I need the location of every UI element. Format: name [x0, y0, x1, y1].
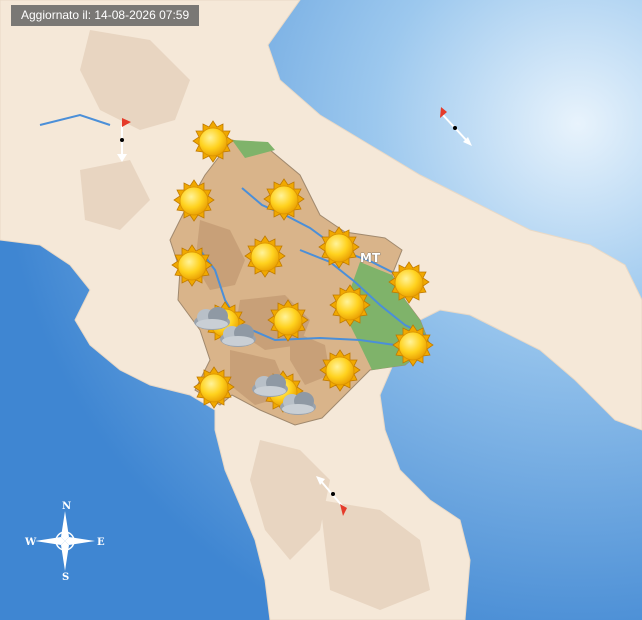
province-label-mt: MT: [360, 251, 381, 265]
weather-map: MT N S E W: [0, 0, 642, 620]
compass-north: N: [62, 501, 71, 512]
update-timestamp: Aggiornato il: 14-08-2026 07:59: [11, 5, 200, 26]
compass-east: E: [97, 537, 105, 548]
compass-south: S: [62, 572, 69, 583]
compass-west: W: [24, 537, 37, 548]
